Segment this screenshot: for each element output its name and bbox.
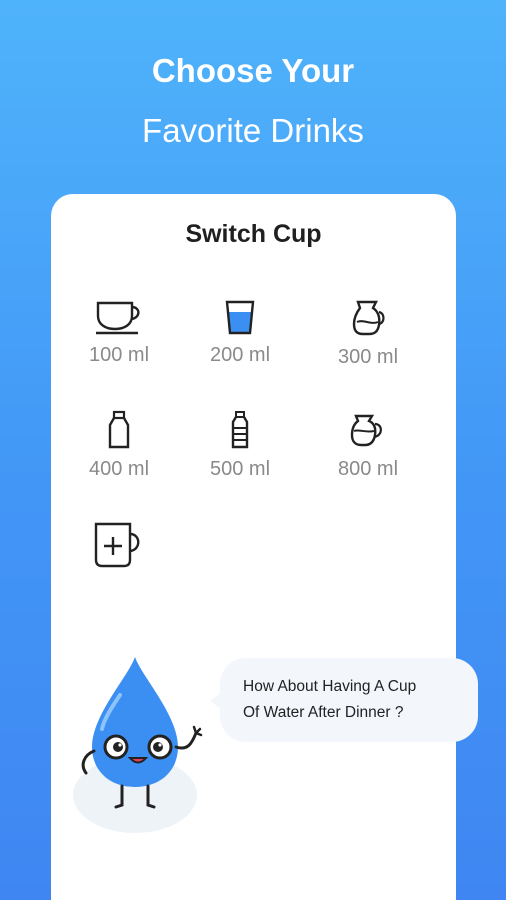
cup-option-200[interactable]: 200 ml [185, 298, 295, 367]
water-glass-icon [225, 300, 255, 335]
cup-label: 300 ml [337, 346, 399, 368]
tip-line2: Of Water After Dinner ? [243, 704, 404, 721]
add-custom-cup-button[interactable] [64, 520, 174, 570]
card-title: Switch Cup [185, 220, 322, 248]
cup-option-800[interactable]: 800 ml [313, 410, 423, 481]
cup-label: 800 ml [337, 458, 399, 480]
pitcher-icon [350, 414, 382, 447]
water-bottle-icon [231, 411, 249, 449]
tip-speech-bubble: How About Having A Cup Of Water After Di… [210, 658, 478, 742]
coffee-cup-icon [96, 301, 140, 335]
jug-icon [352, 300, 385, 336]
cup-option-500[interactable]: 500 ml [185, 410, 295, 481]
cup-label: 400 ml [88, 458, 150, 480]
milk-bottle-icon [108, 410, 130, 449]
cup-option-400[interactable]: 400 ml [64, 410, 174, 481]
water-drop-mascot [73, 657, 203, 833]
cup-label: 200 ml [209, 344, 271, 366]
cup-label: 100 ml [88, 344, 150, 366]
headline-line2: Favorite Drinks [142, 112, 364, 149]
cup-option-300[interactable]: 300 ml [313, 298, 423, 369]
add-custom-cup-icon [94, 522, 140, 568]
tip-line1: How About Having A Cup [243, 678, 417, 695]
cup-label: 500 ml [209, 458, 271, 480]
cup-option-100[interactable]: 100 ml [64, 298, 174, 367]
headline-line1: Choose Your [151, 52, 355, 89]
